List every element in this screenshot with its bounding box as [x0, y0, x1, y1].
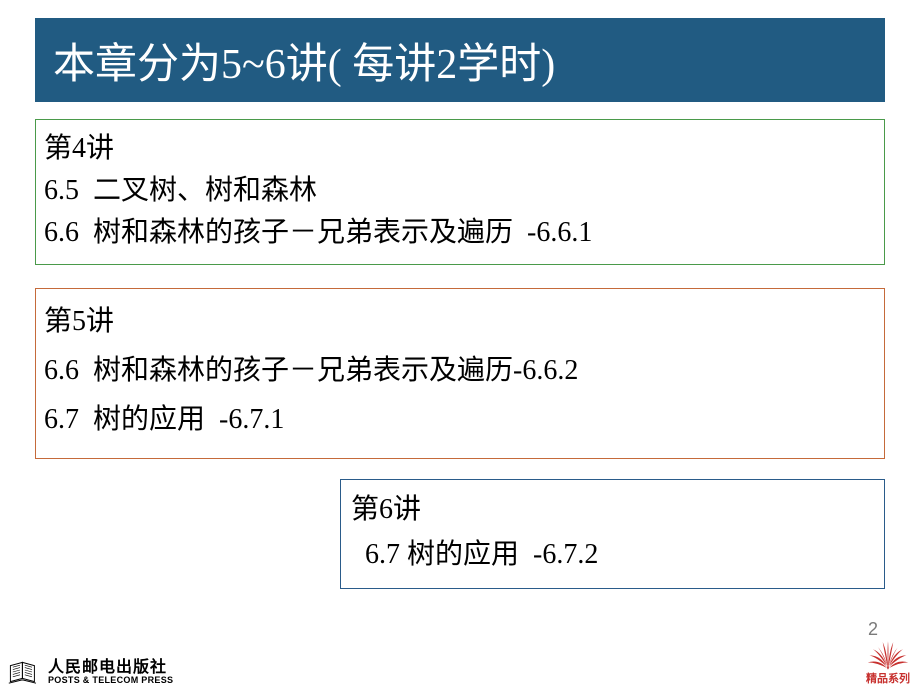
publisher-name-en: POSTS & TELECOM PRESS — [48, 676, 173, 686]
publisher-text: 人民邮电出版社 POSTS & TELECOM PRESS — [48, 659, 173, 686]
lecture-5-heading: 第5讲 — [44, 297, 876, 346]
book-icon — [8, 658, 40, 686]
publisher-logo-area: 人民邮电出版社 POSTS & TELECOM PRESS — [0, 654, 183, 690]
lecture-5-item-1: 6.6 树和森林的孩子－兄弟表示及遍历-6.6.2 — [44, 346, 876, 395]
slide-title: 本章分为5~6讲( 每讲2学时) — [53, 30, 555, 91]
series-logo-area: 精品系列 — [866, 636, 910, 686]
title-bar: 本章分为5~6讲( 每讲2学时) — [35, 18, 885, 102]
lecture-4-heading: 第4讲 — [44, 128, 876, 170]
lecture-4-item-1: 6.5 二叉树、树和森林 — [44, 170, 876, 212]
lecture-5-item-2: 6.7 树的应用 -6.7.1 — [44, 395, 876, 444]
lecture-4-item-2: 6.6 树和森林的孩子－兄弟表示及遍历 -6.6.1 — [44, 212, 876, 254]
lecture-6-heading: 第6讲 — [351, 488, 874, 533]
lecture-6-box: 第6讲 6.7 树的应用 -6.7.2 — [340, 479, 885, 589]
lecture-6-item-1: 6.7 树的应用 -6.7.2 — [351, 533, 874, 578]
publisher-name-cn: 人民邮电出版社 — [48, 659, 173, 677]
flower-icon — [866, 636, 910, 672]
lecture-5-box: 第5讲 6.6 树和森林的孩子－兄弟表示及遍历-6.6.2 6.7 树的应用 -… — [35, 288, 885, 459]
series-label: 精品系列 — [866, 670, 910, 686]
lecture-4-box: 第4讲 6.5 二叉树、树和森林 6.6 树和森林的孩子－兄弟表示及遍历 -6.… — [35, 119, 885, 265]
